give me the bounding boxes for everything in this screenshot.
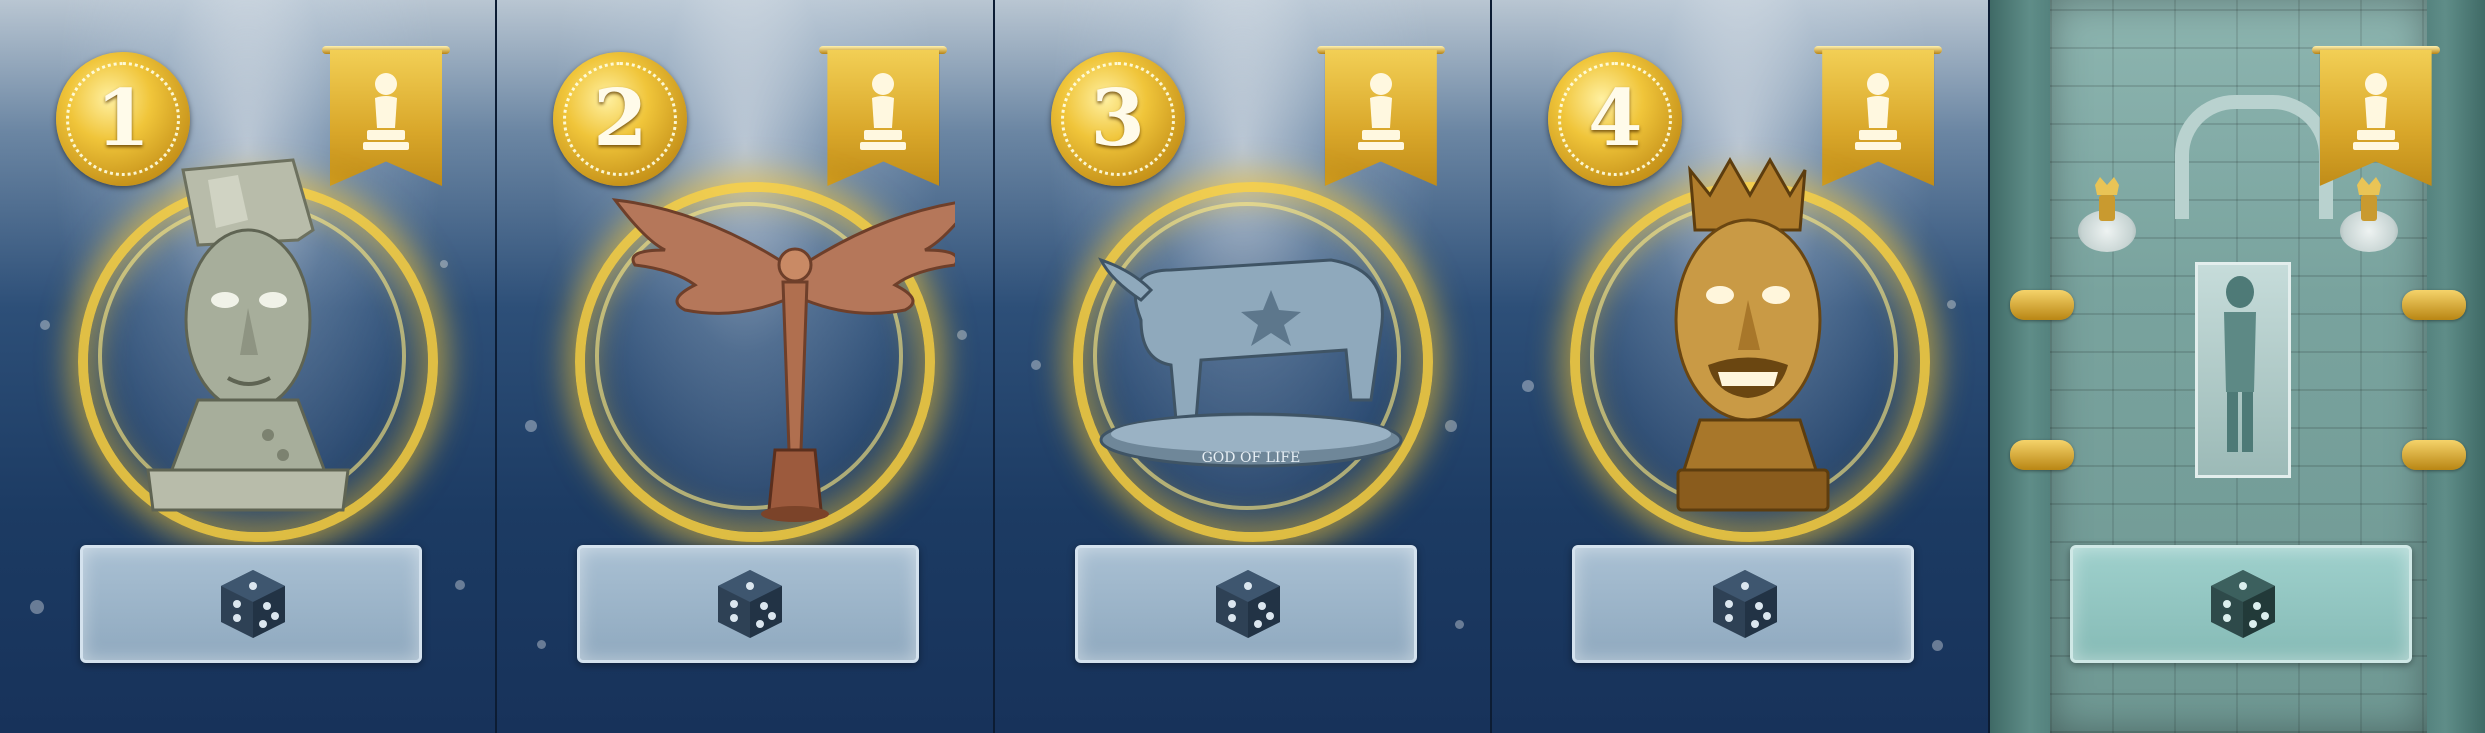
card-2[interactable]: 2 <box>497 0 995 733</box>
bull-statue-icon: GOD OF LIFE <box>1097 257 1403 468</box>
golden-crowned-head-icon <box>1674 156 1830 512</box>
pawn-icon <box>363 73 409 150</box>
die-icon <box>718 570 783 638</box>
pawn-icon <box>1855 73 1902 150</box>
pawn-icon <box>2352 73 2399 150</box>
golden-mask-left-upper <box>2009 290 2074 320</box>
dice-box[interactable] <box>577 545 920 663</box>
dice-box[interactable] <box>80 545 422 663</box>
die-icon <box>221 570 285 638</box>
bull-base-label: GOD OF LIFE <box>1201 450 1300 466</box>
stone-arch <box>2174 95 2333 219</box>
winged-figure-icon <box>612 198 956 522</box>
golden-mask-left-lower <box>2009 440 2074 470</box>
die-icon <box>1215 570 1280 638</box>
golden-mask-right-upper <box>2401 290 2466 320</box>
card-1[interactable]: 1 <box>0 0 498 733</box>
stone-bust-icon <box>146 158 350 512</box>
card-5-tomb[interactable] <box>1989 0 2485 733</box>
dice-box[interactable] <box>1572 545 1915 663</box>
card-3[interactable]: 3 GOD OF LIFE <box>994 0 1493 733</box>
knight-effigy-icon <box>2223 276 2256 452</box>
pawn-icon <box>1357 73 1404 150</box>
die-icon <box>2210 570 2275 638</box>
card-4[interactable]: 4 <box>1492 0 1990 733</box>
crown-idol-left-icon <box>2094 177 2119 221</box>
dice-box[interactable] <box>2069 545 2412 663</box>
pawn-icon <box>860 73 907 150</box>
die-icon <box>1713 570 1778 638</box>
card-strip: 1 2 3 GOD OF LIFE 4 <box>0 0 2485 733</box>
golden-mask-right-lower <box>2401 440 2466 470</box>
crown-idol-right-icon <box>2356 177 2381 221</box>
dice-box[interactable] <box>1074 545 1417 663</box>
